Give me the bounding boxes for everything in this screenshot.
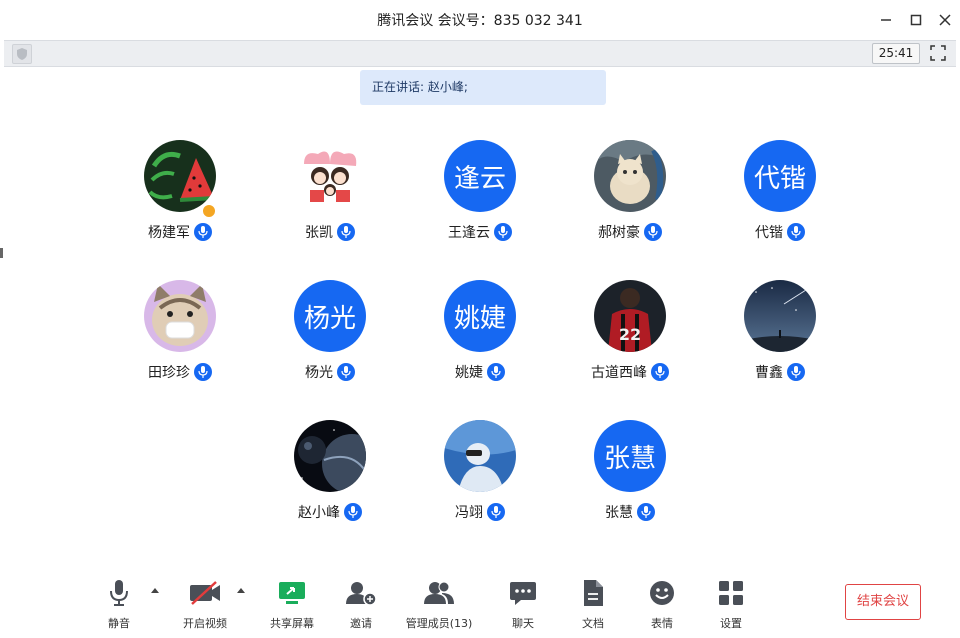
chat-label: 聊天: [512, 617, 534, 630]
microphone-icon[interactable]: [487, 503, 505, 521]
microphone-icon[interactable]: [337, 223, 355, 241]
microphone-icon[interactable]: [194, 363, 212, 381]
manage-participants-button[interactable]: 管理成员(13): [403, 578, 475, 634]
maximize-icon[interactable]: [905, 9, 927, 31]
settings-grid-icon: [713, 578, 749, 608]
participant-name: 张凯: [305, 225, 333, 241]
participants-icon: [403, 578, 475, 608]
documents-label: 文档: [582, 617, 604, 630]
participant-name: 张慧: [605, 505, 633, 521]
host-badge-icon: [202, 204, 216, 218]
avatar: [144, 280, 216, 352]
participant-tile[interactable]: 代锴 代锴: [710, 140, 850, 250]
window-edge-marker: [0, 248, 3, 258]
participant-tile[interactable]: 郝树豪: [560, 140, 700, 250]
start-video-label: 开启视频: [183, 617, 227, 630]
microphone-icon[interactable]: [787, 363, 805, 381]
avatar: [144, 140, 216, 212]
video-options-chevron-up-icon[interactable]: [237, 588, 245, 593]
avatar: 杨光: [294, 280, 366, 352]
microphone-icon[interactable]: [787, 223, 805, 241]
share-screen-label: 共享屏幕: [270, 617, 314, 630]
participant-tile[interactable]: 赵小峰: [260, 420, 400, 530]
participant-tile[interactable]: 逢云 王逢云: [410, 140, 550, 250]
start-video-button[interactable]: 开启视频: [178, 578, 232, 634]
close-icon[interactable]: [934, 9, 956, 31]
participant-name: 杨光: [305, 365, 333, 381]
avatar: 22: [594, 280, 666, 352]
microphone-icon[interactable]: [194, 223, 212, 241]
microphone-icon[interactable]: [651, 363, 669, 381]
reactions-button[interactable]: 表情: [644, 578, 680, 634]
participant-tile[interactable]: 冯翊: [410, 420, 550, 530]
speaking-indicator: 正在讲话: 赵小峰;: [360, 70, 606, 105]
avatar: [294, 420, 366, 492]
participant-name: 代锴: [755, 225, 783, 241]
participant-tile[interactable]: 姚婕 姚婕: [410, 280, 550, 390]
participant-name: 王逢云: [448, 225, 490, 241]
minimize-icon[interactable]: [875, 9, 897, 31]
chat-button[interactable]: 聊天: [505, 578, 541, 634]
participant-tile[interactable]: 田珍珍: [110, 280, 250, 390]
participant-name: 冯翊: [455, 505, 483, 521]
microphone-icon[interactable]: [487, 363, 505, 381]
invite-user-icon: [342, 578, 380, 608]
avatar: 逢云: [444, 140, 516, 212]
participant-tile[interactable]: 杨建军: [110, 140, 250, 250]
video-off-icon: [178, 578, 232, 608]
fullscreen-icon[interactable]: [928, 43, 948, 63]
share-screen-icon: [266, 578, 318, 608]
participant-name: 姚婕: [455, 365, 483, 381]
avatar: 姚婕: [444, 280, 516, 352]
avatar: 张慧: [594, 420, 666, 492]
meeting-toolbar: 静音 开启视频 共享屏幕 邀请 管理成员(13) 聊天 文档 表情 设置 结束会…: [0, 570, 960, 638]
end-meeting-button[interactable]: 结束会议: [845, 584, 921, 620]
meeting-timer: 25:41: [872, 43, 920, 64]
microphone-icon: [99, 578, 139, 608]
window-title: 腾讯会议 会议号：835 032 341: [377, 13, 583, 29]
document-icon: [575, 578, 611, 608]
audio-options-chevron-up-icon[interactable]: [151, 588, 159, 593]
participant-tile[interactable]: 曹鑫: [710, 280, 850, 390]
invite-label: 邀请: [350, 617, 372, 630]
avatar: [294, 140, 366, 212]
participant-tile[interactable]: 22 古道西峰: [560, 280, 700, 390]
title-bar: 腾讯会议 会议号：835 032 341: [0, 0, 960, 40]
reactions-label: 表情: [651, 617, 673, 630]
settings-button[interactable]: 设置: [713, 578, 749, 634]
meeting-info-bar: 25:41: [4, 40, 956, 67]
microphone-icon[interactable]: [637, 503, 655, 521]
svg-text:22: 22: [619, 325, 641, 344]
shield-icon[interactable]: [12, 44, 32, 64]
manage-participants-label: 管理成员(13): [405, 617, 473, 630]
microphone-icon[interactable]: [494, 223, 512, 241]
participant-tile[interactable]: 杨光 杨光: [260, 280, 400, 390]
mute-button[interactable]: 静音: [99, 578, 139, 634]
participant-tile[interactable]: 张慧 张慧: [560, 420, 700, 530]
share-screen-button[interactable]: 共享屏幕: [266, 578, 318, 634]
participant-name: 杨建军: [148, 225, 190, 241]
participant-tile[interactable]: 张凯: [260, 140, 400, 250]
microphone-icon[interactable]: [344, 503, 362, 521]
microphone-icon[interactable]: [337, 363, 355, 381]
avatar: [594, 140, 666, 212]
participant-name: 田珍珍: [148, 365, 190, 381]
mute-label: 静音: [108, 617, 130, 630]
participant-name: 古道西峰: [591, 365, 647, 381]
chat-icon: [505, 578, 541, 608]
participant-name: 赵小峰: [298, 505, 340, 521]
avatar: [744, 280, 816, 352]
settings-label: 设置: [720, 617, 742, 630]
avatar: 代锴: [744, 140, 816, 212]
invite-button[interactable]: 邀请: [342, 578, 380, 634]
microphone-icon[interactable]: [644, 223, 662, 241]
documents-button[interactable]: 文档: [575, 578, 611, 634]
emoji-icon: [644, 578, 680, 608]
avatar: [444, 420, 516, 492]
participant-name: 曹鑫: [755, 365, 783, 381]
participant-name: 郝树豪: [598, 225, 640, 241]
